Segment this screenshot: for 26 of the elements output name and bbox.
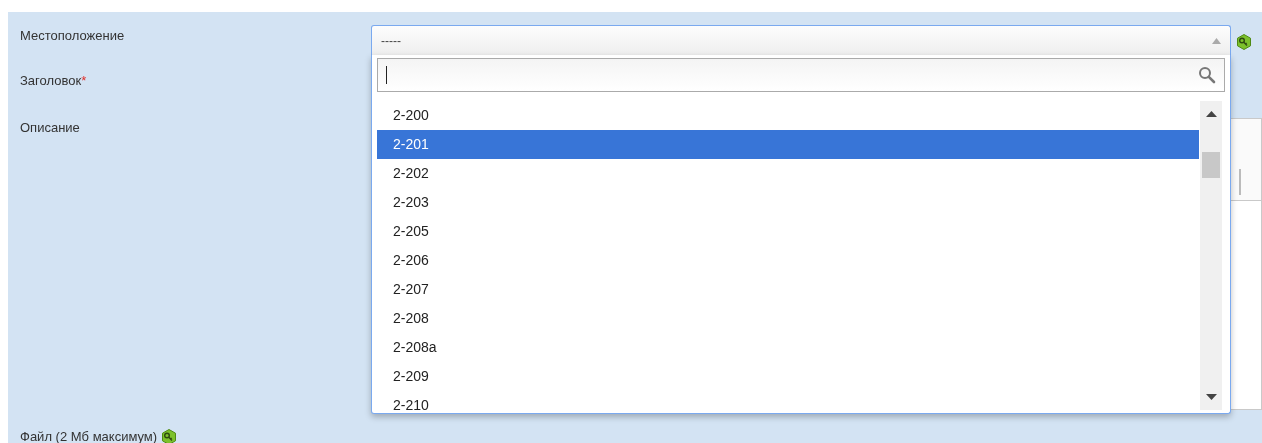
field-label: Описание — [20, 119, 81, 137]
field-label: Местоположение — [20, 27, 126, 45]
dropdown-option[interactable]: 2-209 — [377, 362, 1199, 391]
dropdown-option[interactable]: 2-200 — [377, 101, 1199, 130]
scroll-down-icon[interactable] — [1205, 394, 1217, 400]
dropdown-option[interactable]: 2-203 — [377, 188, 1199, 217]
search-icon — [1198, 66, 1216, 84]
dropdown-option[interactable]: 2-210 — [377, 391, 1199, 410]
text-cursor — [386, 66, 387, 84]
field-label: Файл (2 Мб максимум) — [20, 428, 158, 443]
scrollbar-thumb[interactable] — [1202, 152, 1220, 178]
caret-up-icon — [1212, 37, 1221, 44]
scrollbar[interactable] — [1200, 101, 1222, 410]
dropdown-option[interactable]: 2-206 — [377, 246, 1199, 275]
dropdown-option[interactable]: 2-208a — [377, 333, 1199, 362]
dropdown-option[interactable]: 2-207 — [377, 275, 1199, 304]
dropdown-option[interactable]: 2-205 — [377, 217, 1199, 246]
key-icon[interactable] — [1236, 34, 1252, 50]
location-select[interactable]: ----- — [371, 25, 1231, 55]
field-label: Заголовок* — [20, 72, 88, 90]
select-value: ----- — [381, 32, 401, 50]
dropdown-option[interactable]: 2-202 — [377, 159, 1199, 188]
search-field[interactable] — [377, 58, 1225, 92]
key-icon[interactable] — [161, 428, 178, 443]
dropdown-option[interactable]: 2-208 — [377, 304, 1199, 333]
dropdown-option[interactable]: 2-201 — [377, 130, 1199, 159]
